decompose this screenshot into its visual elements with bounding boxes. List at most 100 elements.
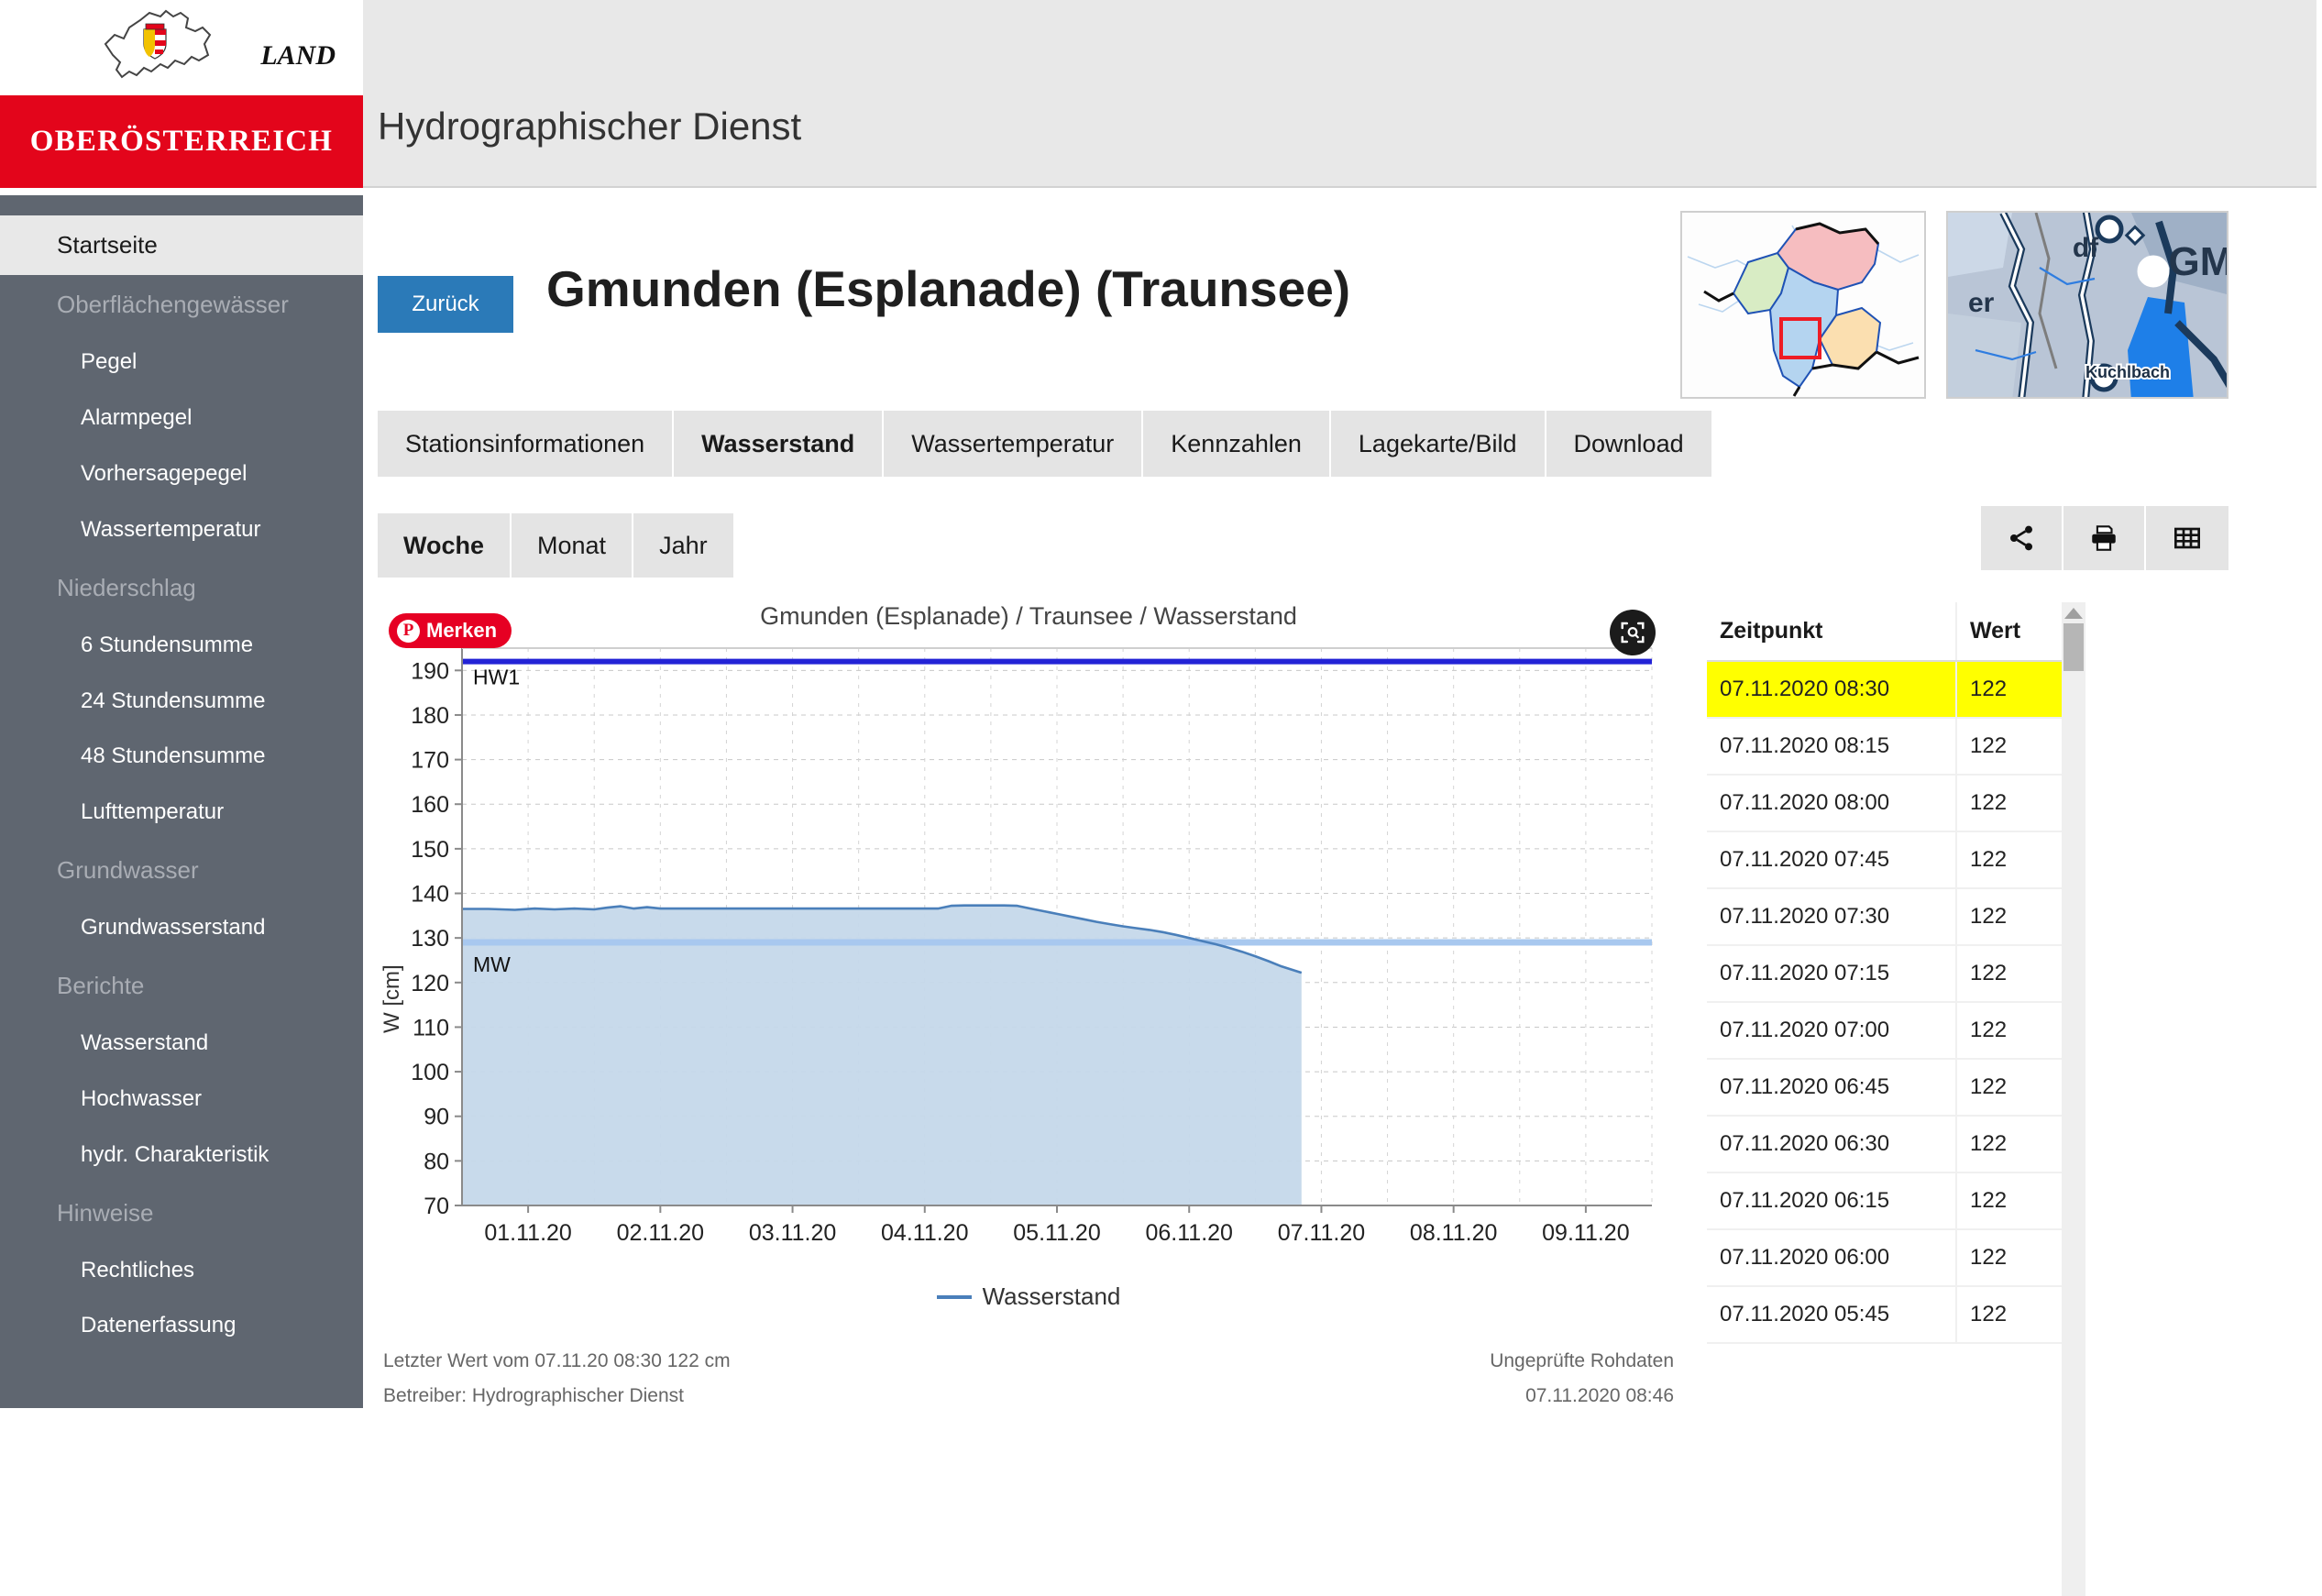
x-tick-label: 06.11.20 [1145, 1220, 1232, 1246]
sidebar-item-pegel[interactable]: Pegel [0, 335, 363, 391]
series-area-wasserstand [462, 905, 1302, 1205]
table-row[interactable]: 07.11.2020 06:00 122 [1707, 1229, 2064, 1287]
sidebar-item-datenerfassung[interactable]: Datenerfassung [0, 1298, 363, 1354]
chart-legend: Wasserstand [378, 1282, 1679, 1311]
chart-title: Gmunden (Esplanade) / Traunsee / Wassers… [760, 602, 1297, 630]
sidebar-top-gap [0, 195, 363, 215]
chart-footer-operator: Betreiber: Hydrographischer Dienst [383, 1385, 684, 1406]
print-icon [2092, 525, 2116, 551]
table-row[interactable]: 07.11.2020 06:45 122 [1707, 1059, 2064, 1117]
app-header: Hydrographischer Dienst [363, 0, 2322, 188]
cell-zeitpunkt: 07.11.2020 06:00 [1707, 1229, 1956, 1287]
map-label-kuchlbach: Kuchlbach [2085, 363, 2170, 381]
y-tick-label: 110 [413, 1015, 449, 1040]
tab-download[interactable]: Download [1546, 411, 1711, 477]
cell-wert: 122 [1955, 831, 2064, 889]
share-icon [2010, 525, 2032, 551]
chart-toolbar [1981, 506, 2228, 570]
cell-zeitpunkt: 07.11.2020 06:45 [1707, 1059, 1956, 1117]
sidebar-item-startseite[interactable]: Startseite [0, 215, 363, 276]
x-tick-label: 05.11.20 [1013, 1220, 1100, 1246]
chart-zoom-button[interactable] [1610, 610, 1656, 655]
period-jahr[interactable]: Jahr [633, 513, 733, 578]
upper-austria-overview-map[interactable] [1680, 211, 1926, 399]
sidebar-group-hinweise: Hinweise [57, 1198, 154, 1227]
back-button[interactable]: Zurück [378, 276, 513, 333]
cell-zeitpunkt: 07.11.2020 08:15 [1707, 718, 1956, 776]
tab-stationsinformationen[interactable]: Stationsinformationen [378, 411, 675, 477]
sidebar-item-wasserstand[interactable]: Wasserstand [0, 1016, 363, 1072]
table-row[interactable]: 07.11.2020 08:15 122 [1707, 718, 2064, 776]
share-button[interactable] [1981, 506, 2063, 570]
sidebar-item-hochwasser[interactable]: Hochwasser [0, 1072, 363, 1128]
upper-austria-outline-icon [104, 9, 212, 79]
y-tick-label: 140 [411, 882, 449, 908]
legend-label-wasserstand: Wasserstand [982, 1282, 1121, 1310]
table-body: 07.11.2020 08:30 122 07.11.2020 08:15 122 07… [1707, 661, 2064, 1344]
y-tick-label: 130 [411, 926, 449, 952]
y-tick-label: 70 [424, 1194, 449, 1219]
tab-wassertemperatur[interactable]: Wassertemperatur [884, 411, 1144, 477]
chart-canvas[interactable]: 70 80 90 100 110 120 130 140 150 160 170 180 190 01.1… [378, 635, 1679, 1277]
table-row[interactable]: 07.11.2020 07:15 122 [1707, 945, 2064, 1003]
cell-wert: 122 [1955, 1002, 2064, 1060]
y-tick-label: 190 [411, 658, 449, 684]
sidebar-item-alarmpegel[interactable]: Alarmpegel [0, 391, 363, 446]
scroll-thumb[interactable] [2063, 623, 2084, 671]
period-monat[interactable]: Monat [512, 513, 634, 578]
sidebar-item-lufttemperatur[interactable]: Lufttemperatur [0, 785, 363, 841]
table-row[interactable]: 07.11.2020 08:30 122 [1707, 661, 2064, 719]
sidebar-item-6-stundensumme[interactable]: 6 Stundensumme [0, 618, 363, 674]
water-level-chart: Gmunden (Esplanade) / Traunsee / Wassers… [378, 602, 1679, 1336]
cell-wert: 122 [1955, 1059, 2064, 1117]
sidebar-item-48-stundensumme[interactable]: 48 Stundensumme [0, 729, 363, 785]
table-row[interactable]: 07.11.2020 05:45 122 [1707, 1286, 2064, 1344]
scroll-up-arrow-icon[interactable] [2064, 608, 2083, 619]
page-right-margin [2316, 0, 2322, 1408]
cell-zeitpunkt: 07.11.2020 07:30 [1707, 888, 1956, 946]
cell-zeitpunkt: 07.11.2020 07:00 [1707, 1002, 1956, 1060]
cell-zeitpunkt: 07.11.2020 08:00 [1707, 775, 1956, 832]
column-header-wert: Wert [1955, 602, 2064, 662]
x-tick-label: 07.11.20 [1278, 1220, 1365, 1246]
tab-kennzahlen[interactable]: Kennzahlen [1143, 411, 1331, 477]
legend-swatch-wasserstand [936, 1294, 972, 1299]
logo-block[interactable]: LAND OBERÖSTERREICH [0, 0, 363, 195]
measurements-table[interactable]: Zeitpunkt Wert 07.11.2020 08:30 122 07.11.… [1707, 602, 2064, 1344]
sidebar: LAND OBERÖSTERREICH Startseite Oberfläch… [0, 0, 363, 1408]
cell-wert: 122 [1955, 1116, 2064, 1173]
sidebar-item-rechtliches[interactable]: Rechtliches [0, 1243, 363, 1299]
chart-footer-timestamp: 07.11.2020 08:46 [1525, 1385, 1674, 1406]
page-title: Gmunden (Esplanade) (Traunsee) [546, 260, 1351, 317]
cell-zeitpunkt: 07.11.2020 06:30 [1707, 1116, 1956, 1173]
sidebar-item-wassertemperatur[interactable]: Wassertemperatur [0, 502, 363, 558]
cell-wert: 122 [1955, 1229, 2064, 1287]
sidebar-item-hydr-charakteristik[interactable]: hydr. Charakteristik [0, 1128, 363, 1183]
y-tick-label: 160 [411, 792, 449, 818]
chart-footer-data-state: Ungeprüfte Rohdaten [1490, 1350, 1674, 1371]
sidebar-item-24-stundensumme[interactable]: 24 Stundensumme [0, 674, 363, 730]
pinterest-save-button[interactable]: P Merken [389, 613, 512, 648]
logo-red-band: OBERÖSTERREICH [0, 95, 363, 188]
station-detail-map[interactable]: df er GM Kuchlbach [1946, 211, 2228, 399]
y-tick-label: 170 [411, 748, 449, 774]
sidebar-item-grundwasserstand[interactable]: Grundwasserstand [0, 900, 363, 956]
table-row[interactable]: 07.11.2020 08:00 122 [1707, 775, 2064, 832]
pinterest-icon: P [397, 619, 420, 643]
tab-wasserstand[interactable]: Wasserstand [674, 411, 885, 477]
table-button[interactable] [2146, 506, 2228, 570]
x-tick-label: 02.11.20 [617, 1220, 704, 1246]
sidebar-item-vorhersagepegel[interactable]: Vorhersagepegel [0, 446, 363, 502]
period-woche[interactable]: Woche [378, 513, 512, 578]
print-button[interactable] [2063, 506, 2146, 570]
y-tick-label: 100 [411, 1060, 449, 1085]
sidebar-group-grundwasser: Grundwasser [57, 855, 199, 884]
tab-lagekarte-bild[interactable]: Lagekarte/Bild [1330, 411, 1546, 477]
table-row[interactable]: 07.11.2020 07:45 122 [1707, 831, 2064, 889]
table-row[interactable]: 07.11.2020 06:30 122 [1707, 1116, 2064, 1173]
table-row[interactable]: 07.11.2020 07:00 122 [1707, 1002, 2064, 1060]
table-row[interactable]: 07.11.2020 06:15 122 [1707, 1172, 2064, 1230]
x-tick-label: 04.11.20 [881, 1220, 968, 1246]
table-row[interactable]: 07.11.2020 07:30 122 [1707, 888, 2064, 946]
table-scrollbar[interactable] [2062, 602, 2085, 1596]
